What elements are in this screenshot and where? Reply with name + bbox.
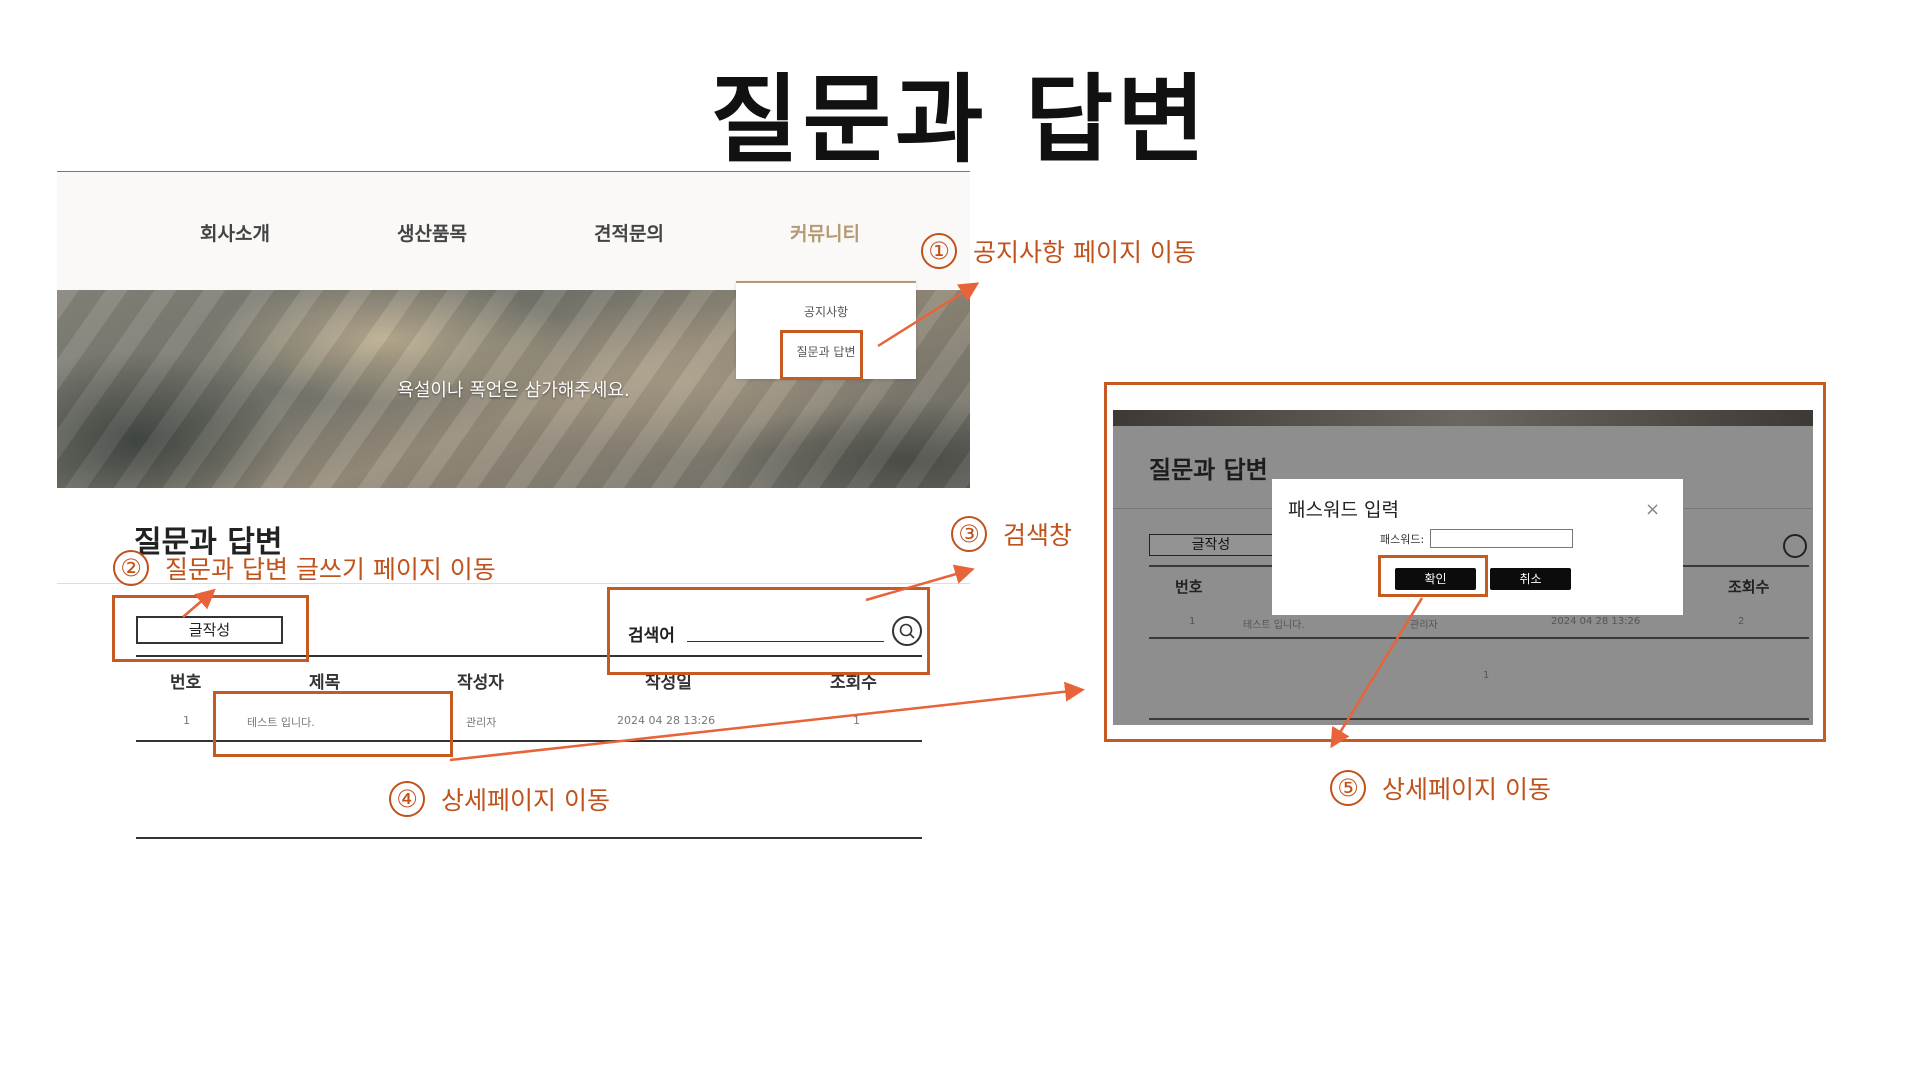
highlight-box-confirm-button	[1378, 555, 1488, 597]
table-header-no: 번호	[170, 673, 202, 693]
highlight-box-search	[607, 587, 930, 675]
top-nav: 회사소개 생산품목 견적문의 커뮤니티	[57, 172, 970, 290]
annotation-text: 공지사항 페이지 이동	[973, 238, 1196, 267]
annotation-text: 상세페이지 이동	[1382, 775, 1551, 804]
annotation-3: ③ 검색창	[951, 516, 1072, 552]
slide-title: 질문과 답변	[710, 64, 1210, 176]
annotation-5: ⑤ 상세페이지 이동	[1330, 770, 1551, 806]
annotation-text: 상세페이지 이동	[441, 786, 610, 815]
highlight-box-qna-menu	[780, 330, 863, 380]
dropdown-item-notice[interactable]: 공지사항	[736, 303, 916, 320]
nav-item-products[interactable]: 생산품목	[397, 219, 467, 246]
annotation-number: ②	[113, 550, 149, 586]
table-header-title: 제목	[309, 673, 341, 693]
nav-item-estimate[interactable]: 견적문의	[594, 219, 664, 246]
nav-item-community[interactable]: 커뮤니티	[790, 219, 860, 246]
annotation-number: ③	[951, 516, 987, 552]
row-date: 2024 04 28 13:26	[617, 714, 716, 727]
annotation-2: ② 질문과 답변 글쓰기 페이지 이동	[113, 550, 496, 586]
table-bottom-border	[136, 837, 922, 839]
row-no: 1	[183, 714, 190, 727]
row-author: 관리자	[466, 716, 497, 729]
annotation-number: ⑤	[1330, 770, 1366, 806]
arrow-4	[449, 681, 1085, 762]
annotation-number: ④	[389, 781, 425, 817]
annotation-text: 질문과 답변 글쓰기 페이지 이동	[165, 555, 496, 584]
annotation-text: 검색창	[1003, 521, 1073, 550]
nav-item-company[interactable]: 회사소개	[200, 219, 270, 246]
table-header-author: 작성자	[457, 673, 504, 693]
highlight-box-row-title	[213, 691, 453, 757]
annotation-1: ① 공지사항 페이지 이동	[921, 233, 1196, 269]
highlight-box-write-button	[112, 595, 309, 662]
annotation-4: ④ 상세페이지 이동	[389, 781, 610, 817]
annotation-number: ①	[921, 233, 957, 269]
row-views: 1	[853, 714, 860, 727]
